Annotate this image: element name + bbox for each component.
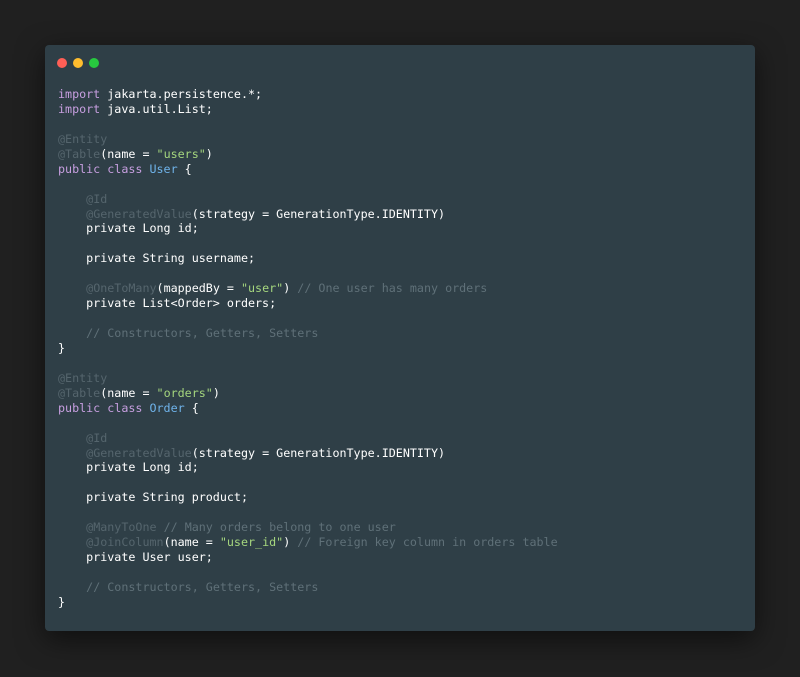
code-token: @Entity <box>58 370 108 385</box>
code-token: @Id <box>86 430 108 445</box>
code-token: jakarta.persistence.*; <box>100 87 263 101</box>
code-token: { <box>184 400 199 415</box>
code-token: @Table <box>58 385 101 400</box>
code-token: @GeneratedValue <box>86 206 192 221</box>
code-line: import java.util.List; <box>58 102 558 117</box>
code-line: } <box>58 341 558 356</box>
code-token: public class <box>58 161 150 176</box>
code-token: import <box>58 101 101 116</box>
code-window: import jakarta.persistence.*; import java… <box>45 45 755 631</box>
code-token: private Long id; <box>58 460 199 475</box>
code-line: import jakarta.persistence.*; <box>58 87 558 102</box>
code-token: @ManyToOne <box>86 520 157 535</box>
code-token: // One user has many orders <box>297 281 488 296</box>
code-line: private List<Order> orders; <box>58 296 558 311</box>
code-token: ) <box>283 535 298 550</box>
code-line: // Constructors, Getters, Setters <box>58 580 558 595</box>
code-token: (name = <box>163 535 220 550</box>
code-line: private String product; <box>58 490 558 505</box>
code-token: public class <box>58 400 150 415</box>
code-token: import <box>58 87 101 101</box>
code-line: @Id <box>58 431 558 446</box>
code-token: "user_id" <box>219 535 284 550</box>
code-token: private String product; <box>58 490 248 505</box>
code-token: User <box>149 161 178 176</box>
code-line: @Id <box>58 192 558 207</box>
code-line: @Table(name = "orders") <box>58 386 558 401</box>
code-block: import jakarta.persistence.*; import java… <box>58 87 558 610</box>
code-line: public class Order { <box>58 401 558 416</box>
code-token: ) <box>212 385 220 400</box>
code-token: (strategy = GenerationType.IDENTITY) <box>191 445 446 460</box>
code-token: // Foreign key column in orders table <box>297 535 558 550</box>
window-controls <box>57 58 99 68</box>
code-token: } <box>58 340 66 355</box>
code-token: @OneToMany <box>86 281 157 296</box>
code-line: // Constructors, Getters, Setters <box>58 326 558 341</box>
code-token: private User user; <box>58 550 213 565</box>
code-line: private Long id; <box>58 221 558 236</box>
code-token: Order <box>149 400 185 415</box>
code-token: ) <box>205 146 213 161</box>
maximize-dot-icon[interactable] <box>89 58 99 68</box>
code-token: (mappedBy = <box>156 281 241 296</box>
close-dot-icon[interactable] <box>57 58 67 68</box>
code-line: @OneToMany(mappedBy = "user") // One use… <box>58 281 558 296</box>
code-token: private List<Order> orders; <box>58 296 277 311</box>
code-token: ) <box>283 281 298 296</box>
code-token: // Constructors, Getters, Setters <box>86 326 319 340</box>
code-token: (strategy = GenerationType.IDENTITY) <box>191 206 446 221</box>
code-token: @JoinColumn <box>86 535 164 550</box>
code-line: @ManyToOne // Many orders belong to one … <box>58 520 558 535</box>
code-token: @Table <box>58 146 101 161</box>
code-token: (name = <box>100 385 157 400</box>
code-line: private Long id; <box>58 460 558 475</box>
code-line: @Entity <box>58 132 558 147</box>
code-line: @Entity <box>58 371 558 386</box>
code-token: @Entity <box>58 131 108 146</box>
code-token: (name = <box>100 146 157 161</box>
code-line: private String username; <box>58 251 558 266</box>
code-token: private Long id; <box>58 221 199 236</box>
code-token: @GeneratedValue <box>86 445 192 460</box>
code-line: @JoinColumn(name = "user_id") // Foreign… <box>58 535 558 550</box>
code-token: java.util.List; <box>100 101 213 116</box>
code-token: // Constructors, Getters, Setters <box>86 579 319 594</box>
code-token: "orders" <box>156 385 213 400</box>
code-line: } <box>58 595 558 610</box>
code-token: } <box>58 594 66 609</box>
code-line: @GeneratedValue(strategy = GenerationTyp… <box>58 446 558 461</box>
code-token: // Many orders belong to one user <box>163 520 396 535</box>
code-token: private String username; <box>58 251 256 266</box>
code-line: private User user; <box>58 550 558 565</box>
code-line: public class User { <box>58 162 558 177</box>
code-token: "users" <box>156 146 206 161</box>
code-line: @GeneratedValue(strategy = GenerationTyp… <box>58 207 558 222</box>
code-line: @Table(name = "users") <box>58 147 558 162</box>
code-token: { <box>177 161 192 176</box>
code-token: "user" <box>240 281 284 296</box>
minimize-dot-icon[interactable] <box>73 58 83 68</box>
code-token: @Id <box>86 191 108 206</box>
